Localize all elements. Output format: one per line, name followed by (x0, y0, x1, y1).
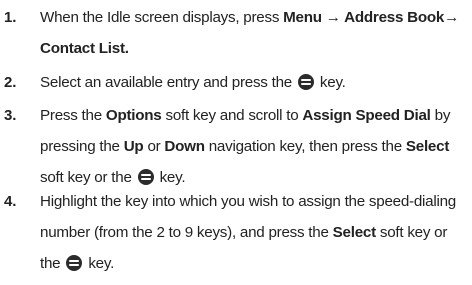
step-text: When the Idle screen displays, press Men… (40, 9, 460, 57)
step-text: Highlight the key into which you wish to… (40, 193, 457, 272)
step-number: 3. (4, 107, 17, 124)
step-text: Select an available entry and press the … (40, 74, 346, 91)
step-text: Press the Options soft key and scroll to… (40, 107, 451, 186)
arrow-icon: → (321, 9, 345, 26)
step-number: 1. (4, 9, 17, 26)
ok-key-icon (297, 74, 314, 90)
ok-key-icon (137, 169, 154, 185)
step-number: 2. (4, 74, 17, 91)
step-number: 4. (4, 193, 17, 210)
select-label: Select (332, 224, 377, 241)
menu-label: Menu (283, 9, 322, 26)
select-label: Select (405, 138, 450, 155)
options-label: Options (105, 107, 162, 124)
up-label: Up (123, 138, 144, 155)
assign-speed-dial-label: Assign Speed Dial (302, 107, 431, 124)
down-label: Down (164, 138, 205, 155)
ok-key-icon (66, 255, 83, 271)
